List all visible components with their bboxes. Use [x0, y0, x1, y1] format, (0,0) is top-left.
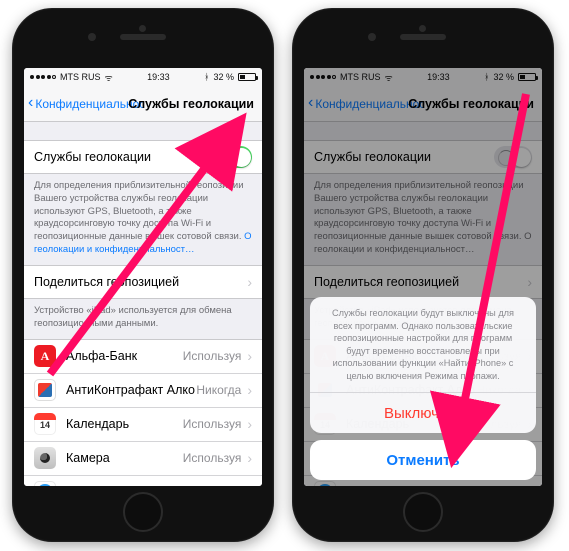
- app-icon-safari: [34, 481, 56, 486]
- content-left: Службы геолокации Для определения прибли…: [24, 122, 262, 486]
- app-name: Камера: [66, 451, 183, 465]
- battery-pct: 32 %: [213, 72, 234, 82]
- wifi-icon: ᯤ: [105, 71, 113, 84]
- app-status: Используя: [183, 485, 242, 486]
- app-icon-anticontrafact: [34, 379, 56, 401]
- app-status: Используя: [183, 451, 242, 465]
- chevron-right-icon: ›: [247, 484, 252, 486]
- app-name: Сайты Safari: [66, 485, 183, 486]
- location-services-row[interactable]: Службы геолокации: [24, 140, 262, 174]
- app-row[interactable]: Календарь Используя ›: [24, 407, 262, 441]
- home-button[interactable]: [123, 492, 163, 532]
- nav-bar: ‹ Конфиденциальность Службы геолокации: [24, 86, 262, 122]
- share-location-row[interactable]: Поделиться геопозицией ›: [24, 265, 262, 299]
- battery-icon: [238, 73, 256, 81]
- chevron-left-icon: ‹: [28, 96, 33, 111]
- iphone-frame-right: MTS RUS ᯤ 19:33 ᚼ 32 % ‹ Конфиденциально…: [292, 8, 554, 542]
- app-row[interactable]: Камера Используя ›: [24, 441, 262, 475]
- app-row[interactable]: АнтиКонтрафакт Алко Никогда ›: [24, 373, 262, 407]
- share-location-label: Поделиться геопозицией: [34, 275, 245, 289]
- page-title: Службы геолокации: [128, 97, 254, 111]
- app-icon-calendar: [34, 413, 56, 435]
- location-services-label: Службы геолокации: [34, 150, 214, 164]
- iphone-frame-left: MTS RUS ᯤ 19:33 ᚼ 32 % ‹ Конфиденциально…: [12, 8, 274, 542]
- clock: 19:33: [147, 72, 170, 82]
- app-icon-camera: [34, 447, 56, 469]
- location-explain: Для определения приблизительной геопозиц…: [24, 174, 262, 265]
- chevron-right-icon: ›: [247, 348, 252, 364]
- chevron-right-icon: ›: [247, 274, 252, 290]
- carrier-label: MTS RUS: [60, 72, 101, 82]
- app-name: АнтиКонтрафакт Алко: [66, 383, 196, 397]
- app-status: Используя: [183, 349, 242, 363]
- cancel-button[interactable]: Отменить: [310, 440, 536, 480]
- app-icon-alfa: [34, 345, 56, 367]
- chevron-right-icon: ›: [247, 450, 252, 466]
- app-row[interactable]: Сайты Safari Используя ›: [24, 475, 262, 487]
- app-status: Никогда: [196, 383, 241, 397]
- screen-right: MTS RUS ᯤ 19:33 ᚼ 32 % ‹ Конфиденциально…: [304, 68, 542, 486]
- status-bar: MTS RUS ᯤ 19:33 ᚼ 32 %: [24, 68, 262, 86]
- app-name: Альфа-Банк: [66, 349, 183, 363]
- back-button[interactable]: ‹ Конфиденциальность: [24, 96, 144, 112]
- app-name: Календарь: [66, 417, 183, 431]
- screen-left: MTS RUS ᯤ 19:33 ᚼ 32 % ‹ Конфиденциально…: [24, 68, 262, 486]
- app-status: Используя: [183, 417, 242, 431]
- chevron-right-icon: ›: [247, 416, 252, 432]
- location-services-toggle[interactable]: [214, 146, 252, 168]
- chevron-right-icon: ›: [247, 382, 252, 398]
- share-location-footer: Устройство «iPad» используется для обмен…: [24, 299, 262, 339]
- signal-icon: [30, 75, 56, 79]
- bluetooth-icon: ᚼ: [204, 72, 209, 82]
- action-sheet: Службы геолокации будут выключены для вс…: [310, 297, 536, 480]
- sheet-message: Службы геолокации будут выключены для вс…: [310, 297, 536, 393]
- app-row[interactable]: Альфа-Банк Используя ›: [24, 339, 262, 373]
- turn-off-button[interactable]: Выключить: [310, 393, 536, 433]
- home-button[interactable]: [403, 492, 443, 532]
